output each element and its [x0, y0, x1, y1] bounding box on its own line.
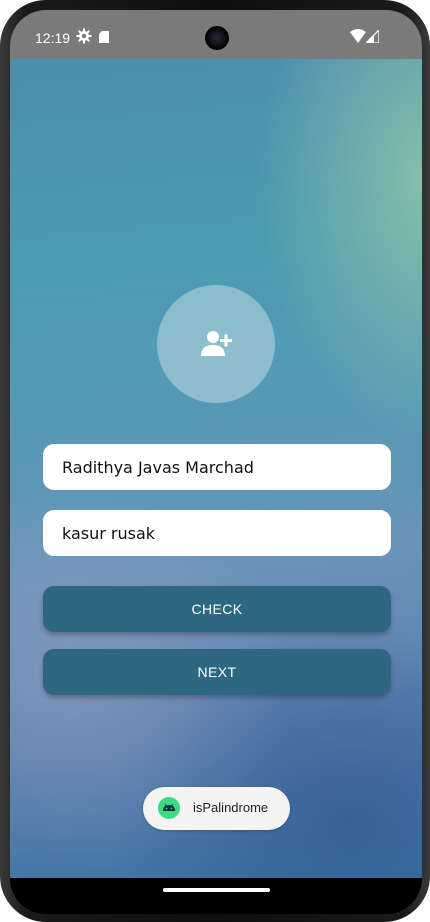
signal-icon	[366, 30, 379, 43]
status-time: 12:19	[35, 30, 71, 46]
home-indicator[interactable]	[163, 888, 270, 892]
gear-icon	[76, 28, 92, 44]
palindrome-input[interactable]: kasur rusak	[43, 510, 391, 556]
front-camera	[205, 26, 229, 50]
phone-frame: 12:19 Radithya Javas Marchad kasur rusak…	[0, 0, 430, 922]
status-bar: 12:19	[10, 10, 422, 59]
sd-card-icon	[99, 31, 109, 43]
add-user-avatar[interactable]	[157, 285, 275, 403]
name-input[interactable]: Radithya Javas Marchad	[43, 444, 391, 490]
check-button-label: CHECK	[191, 601, 243, 617]
toast-message: isPalindrome	[143, 787, 290, 830]
toast-text: isPalindrome	[193, 800, 269, 815]
app-content: Radithya Javas Marchad kasur rusak CHECK…	[10, 59, 422, 878]
check-button[interactable]: CHECK	[43, 586, 391, 632]
screen: 12:19 Radithya Javas Marchad kasur rusak…	[10, 10, 422, 914]
next-button-label: NEXT	[197, 664, 237, 680]
name-input-value: Radithya Javas Marchad	[62, 457, 254, 477]
add-user-icon	[201, 331, 232, 356]
next-button[interactable]: NEXT	[43, 649, 391, 695]
navigation-bar	[10, 878, 422, 914]
android-icon	[158, 797, 180, 819]
wifi-icon	[350, 29, 366, 43]
palindrome-input-value: kasur rusak	[62, 523, 156, 543]
